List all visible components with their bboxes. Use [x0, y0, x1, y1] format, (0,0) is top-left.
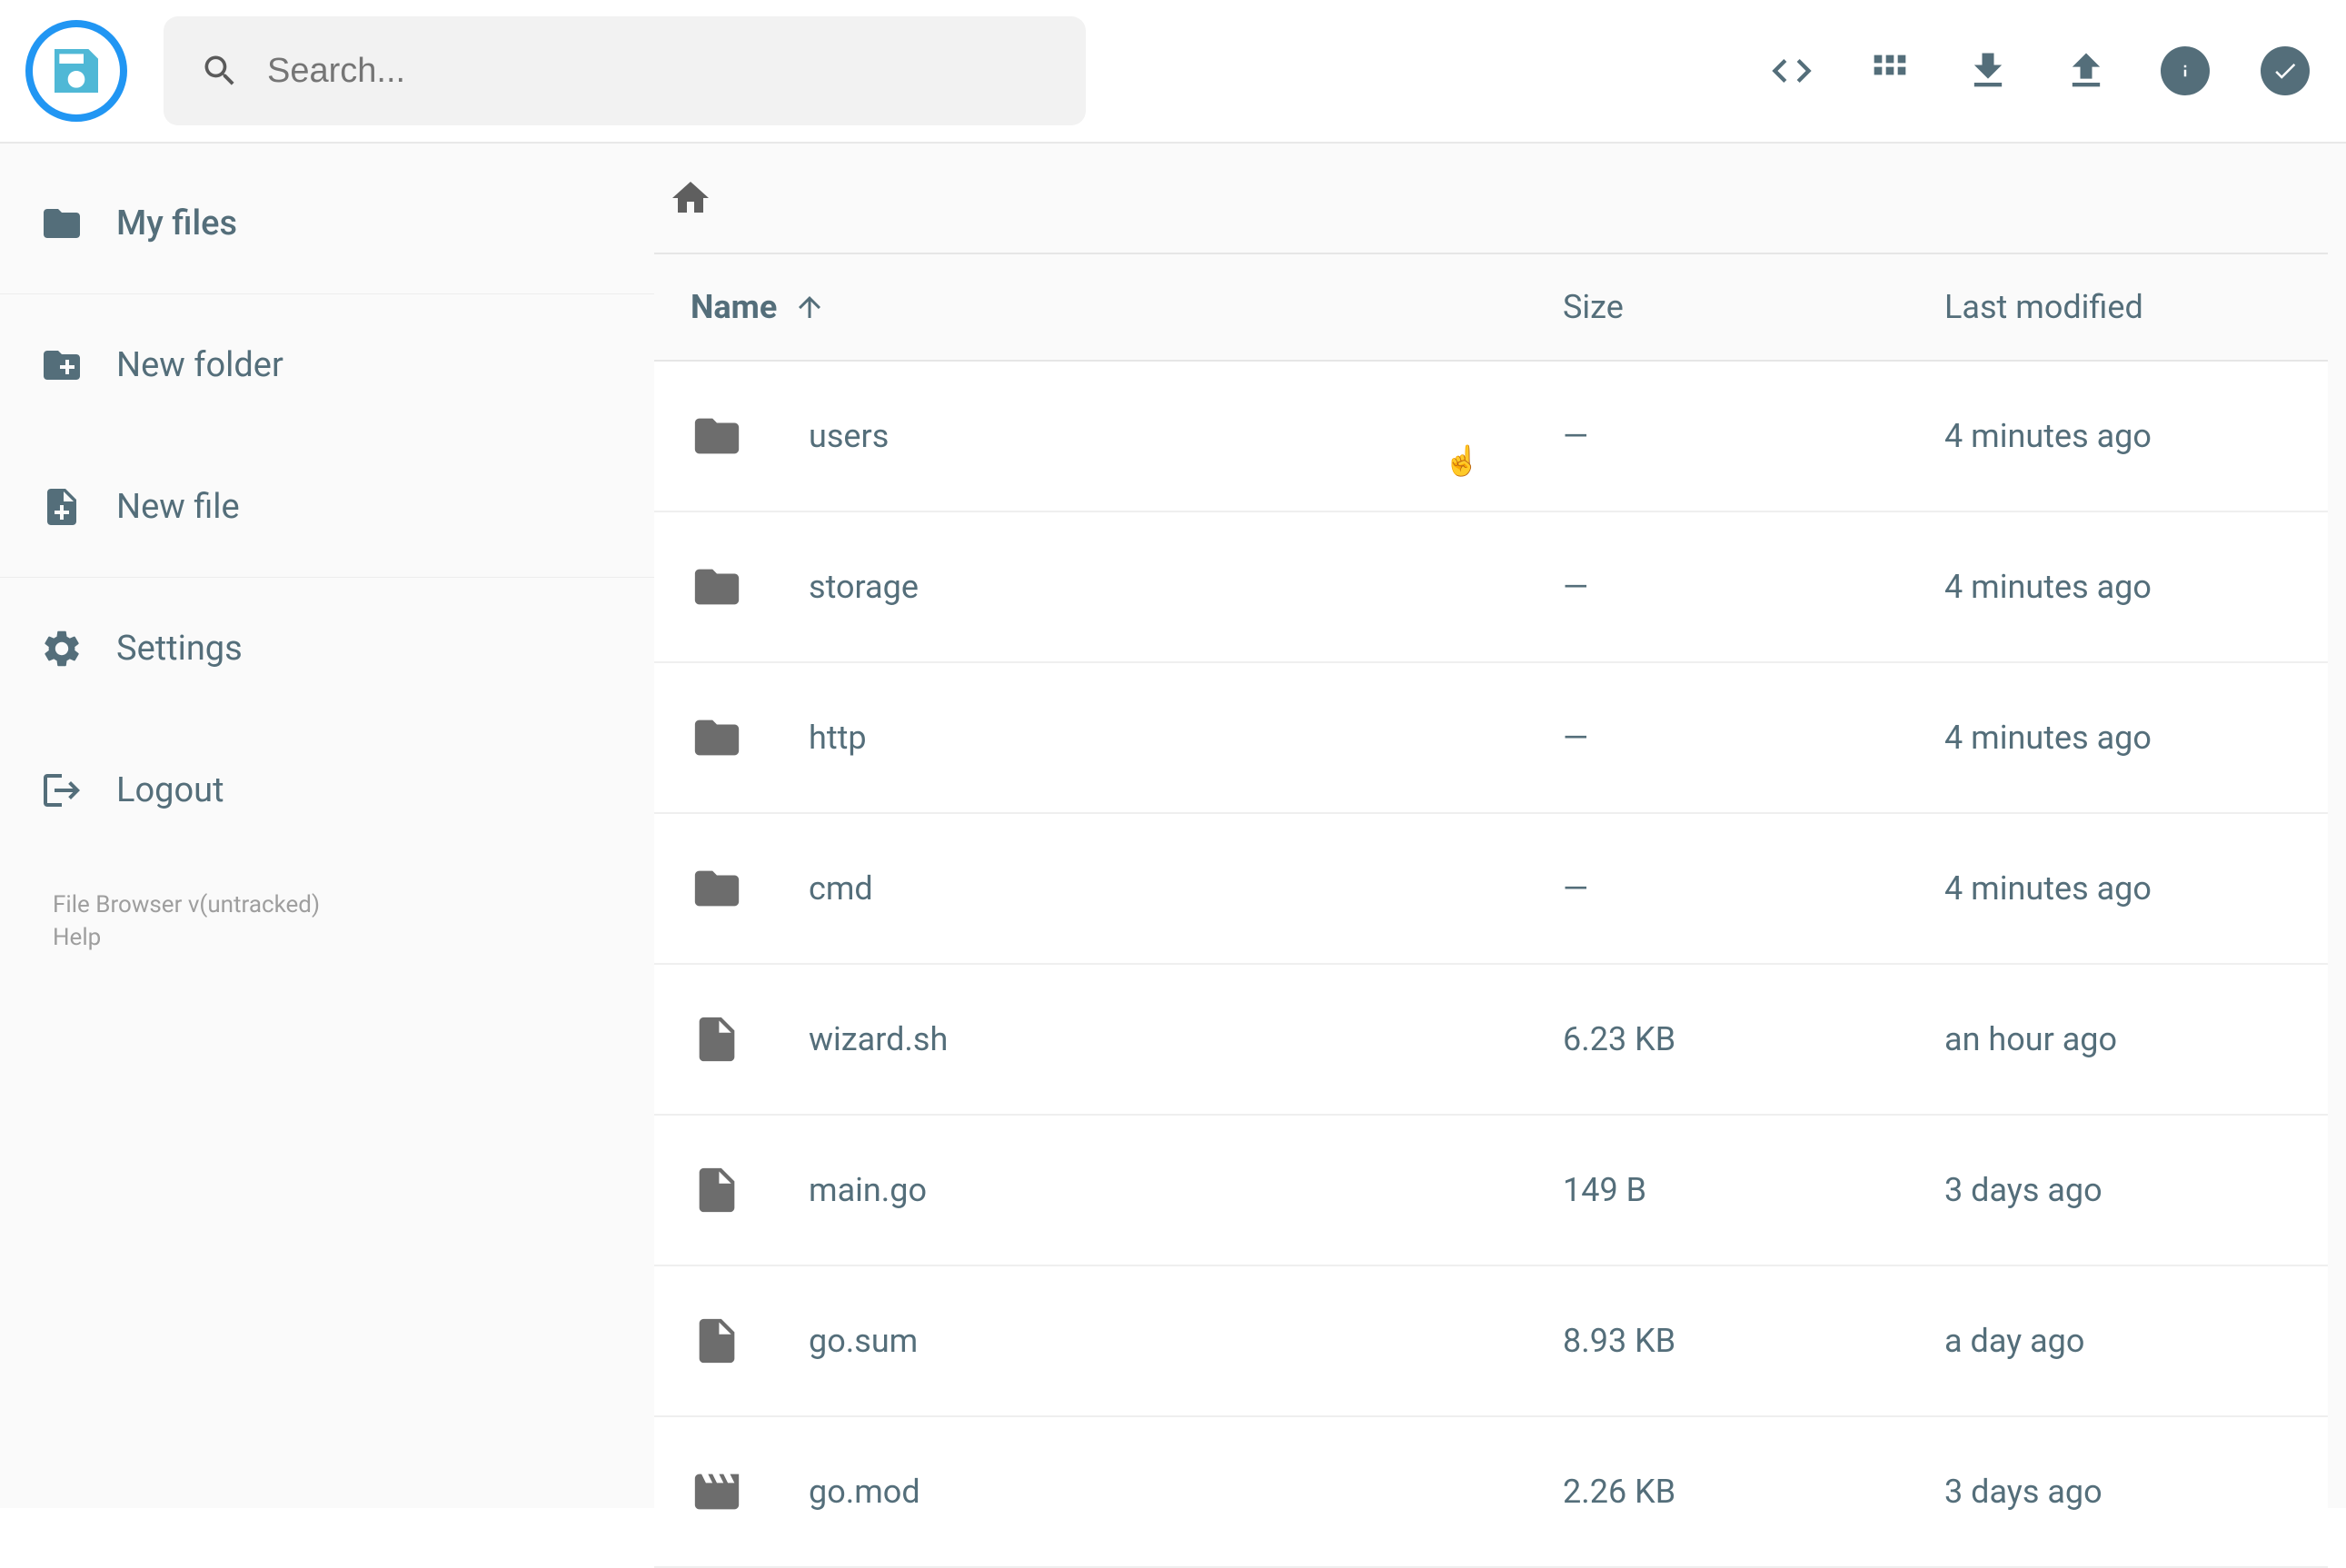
file-icon [691, 1013, 743, 1066]
file-size: — [1563, 869, 1944, 908]
file-modified: a day ago [1944, 1322, 2291, 1360]
sidebar: My files New folder New file Settings Lo… [0, 144, 654, 1508]
sidebar-item-new-file[interactable]: New file [0, 436, 654, 578]
search-box[interactable] [164, 16, 1086, 125]
file-name: users [809, 417, 1563, 455]
file-size: — [1563, 719, 1944, 757]
download-icon [1964, 47, 2012, 94]
main-content: Name Size Last modified users—4 minutes … [654, 144, 2346, 1508]
file-row[interactable]: cmd—4 minutes ago [654, 814, 2328, 965]
list-header: Name Size Last modified [654, 253, 2328, 362]
view-grid-button[interactable] [1866, 47, 1914, 94]
file-modified: an hour ago [1944, 1020, 2291, 1058]
logout-icon [40, 769, 84, 812]
sidebar-item-label: Settings [116, 629, 243, 669]
file-modified: 3 days ago [1944, 1473, 2291, 1511]
file-row[interactable]: wizard.sh6.23 KBan hour ago [654, 965, 2328, 1116]
floppy-disk-icon [47, 42, 105, 100]
folder-icon [691, 561, 743, 613]
file-list: users—4 minutes agostorage—4 minutes ago… [654, 362, 2328, 1568]
folder-icon [691, 711, 743, 764]
file-name: go.mod [809, 1473, 1563, 1511]
sidebar-footer: File Browser v(untracked) Help [0, 861, 654, 982]
file-row[interactable]: users—4 minutes ago [654, 362, 2328, 512]
file-row[interactable]: go.sum8.93 KBa day ago [654, 1266, 2328, 1417]
file-size: 6.23 KB [1563, 1020, 1944, 1058]
column-header-name[interactable]: Name [691, 288, 1563, 326]
select-button[interactable] [2261, 46, 2310, 95]
version-text: File Browser v(untracked) [53, 888, 601, 921]
file-row[interactable]: main.go149 B3 days ago [654, 1116, 2328, 1266]
code-icon [1768, 47, 1815, 94]
sidebar-item-label: New file [116, 487, 240, 527]
column-header-modified[interactable]: Last modified [1944, 288, 2291, 326]
new-folder-icon [40, 343, 84, 387]
folder-icon [691, 410, 743, 462]
info-icon [2172, 57, 2199, 84]
file-row[interactable]: storage—4 minutes ago [654, 512, 2328, 663]
search-icon [200, 51, 240, 91]
file-row[interactable]: go.mod2.26 KB3 days ago [654, 1417, 2328, 1568]
sidebar-item-settings[interactable]: Settings [0, 578, 654, 719]
sidebar-item-label: New folder [116, 345, 283, 385]
file-modified: 4 minutes ago [1944, 719, 2291, 757]
arrow-up-icon [793, 291, 826, 323]
toggle-shell-button[interactable] [1768, 47, 1815, 94]
column-label: Last modified [1944, 288, 2143, 326]
new-file-icon [40, 485, 84, 529]
file-modified: 4 minutes ago [1944, 417, 2291, 455]
column-header-size[interactable]: Size [1563, 288, 1944, 326]
upload-icon [2063, 47, 2110, 94]
file-modified: 3 days ago [1944, 1171, 2291, 1209]
help-link[interactable]: Help [53, 921, 601, 954]
file-size: — [1563, 417, 1944, 455]
file-size: 149 B [1563, 1171, 1944, 1209]
movie-icon [691, 1465, 743, 1518]
file-name: cmd [809, 869, 1563, 908]
breadcrumb [654, 144, 2328, 253]
file-name: http [809, 719, 1563, 757]
file-name: main.go [809, 1171, 1563, 1209]
upload-button[interactable] [2063, 47, 2110, 94]
search-input[interactable] [267, 52, 1049, 91]
folder-icon [40, 202, 84, 245]
file-size: 2.26 KB [1563, 1473, 1944, 1511]
folder-icon [691, 862, 743, 915]
sidebar-item-label: My files [116, 203, 237, 243]
download-button[interactable] [1964, 47, 2012, 94]
sidebar-item-logout[interactable]: Logout [0, 719, 654, 861]
sidebar-item-label: Logout [116, 770, 224, 810]
file-name: wizard.sh [809, 1020, 1563, 1058]
info-button[interactable] [2161, 46, 2210, 95]
file-name: storage [809, 568, 1563, 606]
file-icon [691, 1164, 743, 1216]
sidebar-item-new-folder[interactable]: New folder [0, 294, 654, 436]
file-name: go.sum [809, 1322, 1563, 1360]
gear-icon [40, 627, 84, 670]
home-icon[interactable] [669, 176, 712, 220]
file-size: — [1563, 568, 1944, 606]
check-icon [2271, 57, 2299, 84]
sidebar-item-my-files[interactable]: My files [0, 153, 654, 294]
file-modified: 4 minutes ago [1944, 869, 2291, 908]
file-size: 8.93 KB [1563, 1322, 1944, 1360]
column-label: Name [691, 288, 777, 326]
column-label: Size [1563, 288, 1624, 326]
header-actions [1768, 46, 2310, 95]
file-icon [691, 1315, 743, 1367]
grid-icon [1866, 47, 1914, 94]
file-modified: 4 minutes ago [1944, 568, 2291, 606]
file-row[interactable]: http—4 minutes ago [654, 663, 2328, 814]
header [0, 0, 2346, 144]
app-logo[interactable] [25, 20, 127, 122]
